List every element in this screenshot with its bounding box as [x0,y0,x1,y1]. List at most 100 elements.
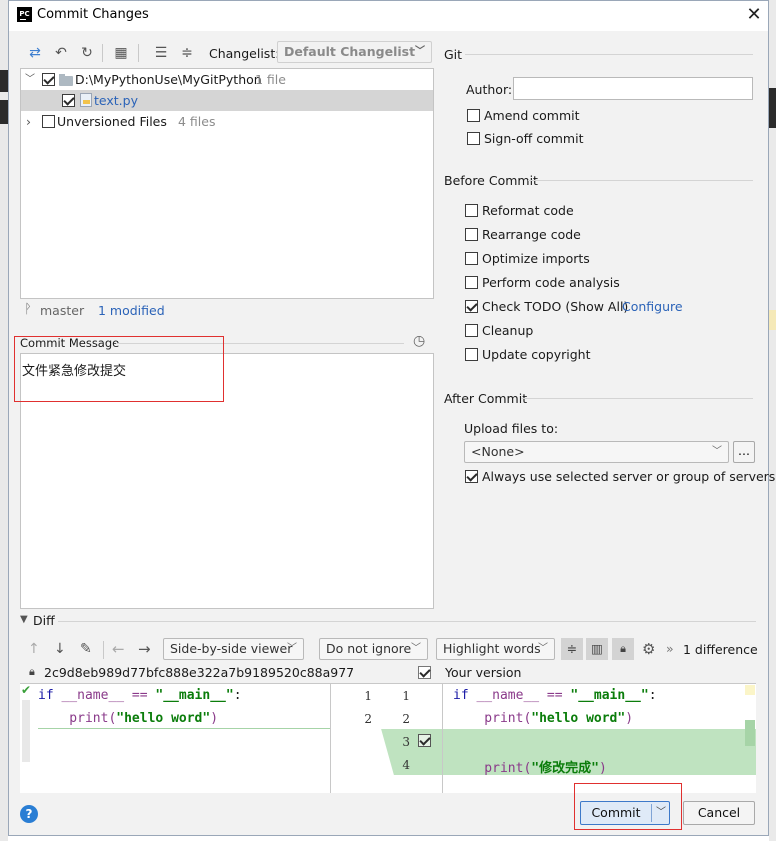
branch-name: master [40,303,85,318]
background-window-right [769,0,776,841]
arrow-down-icon[interactable]: ↓ [54,641,66,657]
branch-icon: ᚹ [24,302,32,317]
toolbar-separator [102,44,103,62]
left-line-number: 2 [364,712,372,726]
configure-link[interactable]: Configure [622,299,683,314]
edit-pencil-icon[interactable]: ✎ [80,641,92,657]
gear-icon[interactable]: ⚙ [642,640,655,658]
git-section-title: Git [444,47,463,62]
gutter-divider [330,683,331,793]
refresh-icon[interactable]: ↻ [78,44,96,62]
tree-row-root[interactable]: ﹀ D:\MyPythonUse\MyGitPython 1 file [21,69,433,90]
author-input[interactable] [513,77,753,100]
modified-count[interactable]: 1 modified [98,303,165,318]
left-line-number: 1 [364,689,372,703]
changelist-select[interactable]: Default Changelist ﹀ [277,41,432,63]
changelist-label: Changelist: [209,46,280,61]
collapse-unchanged-icon[interactable]: ≑ [561,638,583,660]
analysis-checkbox[interactable] [465,276,478,289]
right-line-number: 1 [402,689,410,703]
root-path: D:\MyPythonUse\MyGitPython [75,72,262,87]
cleanup-checkbox[interactable] [465,324,478,337]
root-checkbox[interactable] [42,73,55,86]
highlight-annotation [574,783,682,830]
browse-button[interactable]: ... [733,441,755,463]
lock-icon[interactable]: 🔒︎ [612,638,634,660]
move-changes-icon[interactable]: ⇄ [26,44,44,62]
expand-all-icon[interactable]: ☰ [152,44,170,62]
optimize-checkbox[interactable] [465,252,478,265]
highlight-annotation [14,336,224,402]
copyright-checkbox[interactable] [465,348,478,361]
folder-icon [59,74,73,86]
amend-label: Amend commit [484,108,580,123]
arrow-right-icon[interactable]: → [138,640,151,658]
ignore-value: Do not ignore [326,641,412,656]
right-version-title: Your version [445,665,522,680]
amend-checkbox[interactable] [467,109,480,122]
file-checkbox[interactable] [62,94,75,107]
added-marker-line [38,728,330,729]
highlight-value: Highlight words [443,641,541,656]
analysis-label: Perform code analysis [482,275,620,290]
difference-count: 1 difference [683,642,758,657]
highlight-select[interactable]: Highlight words ﹀ [436,638,555,660]
copyright-label: Update copyright [482,347,591,362]
left-code-line: if __name__ == "__main__": [38,688,242,703]
pycharm-logo-icon: PC [17,7,32,22]
diff-section-title: Diff [33,613,55,628]
sync-scroll-icon[interactable]: ▥ [586,638,608,660]
arrow-left-icon[interactable]: ← [112,640,125,658]
scroll-marker [745,685,755,695]
chevron-down-icon[interactable]: ▼ [20,614,28,625]
chevron-right-icon[interactable]: › [26,111,31,132]
reformat-checkbox[interactable] [465,204,478,217]
help-button[interactable]: ? [20,805,38,823]
root-count: 1 file [255,72,286,87]
arrow-up-icon[interactable]: ↑ [28,641,40,657]
section-divider [528,180,753,181]
section-divider [465,54,753,55]
right-line-number: 2 [402,712,410,726]
signoff-checkbox[interactable] [467,132,480,145]
rearrange-checkbox[interactable] [465,228,478,241]
chevron-down-icon: ﹀ [287,643,297,654]
collapse-all-icon[interactable]: ≑ [178,44,196,62]
close-icon[interactable]: ✕ [744,4,764,25]
reformat-label: Reformat code [482,203,574,218]
background-window-left [0,0,8,841]
tree-row-file[interactable]: text.py [21,90,433,111]
right-code-line: if __name__ == "__main__": [453,688,657,703]
chevron-down-icon: ﹀ [538,643,548,654]
python-file-icon [80,93,92,107]
history-clock-icon[interactable]: ◷ [413,333,425,349]
rollback-icon[interactable]: ↶ [52,44,70,62]
todo-checkbox[interactable] [465,300,478,313]
right-code-line: print("修改完成") [453,761,607,776]
unversioned-checkbox[interactable] [42,115,55,128]
toolbar-separator [103,641,104,659]
chevron-down-icon[interactable]: ﹀ [25,69,35,90]
unversioned-label: Unversioned Files [57,114,167,129]
tree-row-unversioned[interactable]: › Unversioned Files 4 files [21,111,433,132]
viewer-select[interactable]: Side-by-side viewer ﹀ [163,638,304,660]
include-all-checkbox[interactable] [418,666,431,679]
check-mark-icon: ✔ [21,683,32,697]
left-revision-hash: 2c9d8eb989d77bfc888e322a7b9189520c88a977 [44,665,355,680]
more-chevron-icon[interactable]: » [666,641,674,656]
scroll-marker [745,720,755,746]
before-commit-title: Before Commit [444,173,538,188]
rearrange-label: Rearrange code [482,227,581,242]
changelist-value: Default Changelist [284,44,416,59]
toolbar-separator [138,44,139,62]
change-include-checkbox[interactable] [418,734,431,747]
ignore-select[interactable]: Do not ignore ﹀ [319,638,428,660]
group-by-icon[interactable]: ▦ [112,44,130,62]
optimize-label: Optimize imports [482,251,590,266]
left-fold-gutter [22,700,30,762]
always-use-label: Always use selected server or group of s… [482,469,776,484]
cancel-button[interactable]: Cancel [683,801,755,825]
upload-select[interactable]: <None> ﹀ [464,441,729,463]
always-use-checkbox[interactable] [465,470,478,483]
changes-tree[interactable]: ﹀ D:\MyPythonUse\MyGitPython 1 file text… [20,68,434,299]
